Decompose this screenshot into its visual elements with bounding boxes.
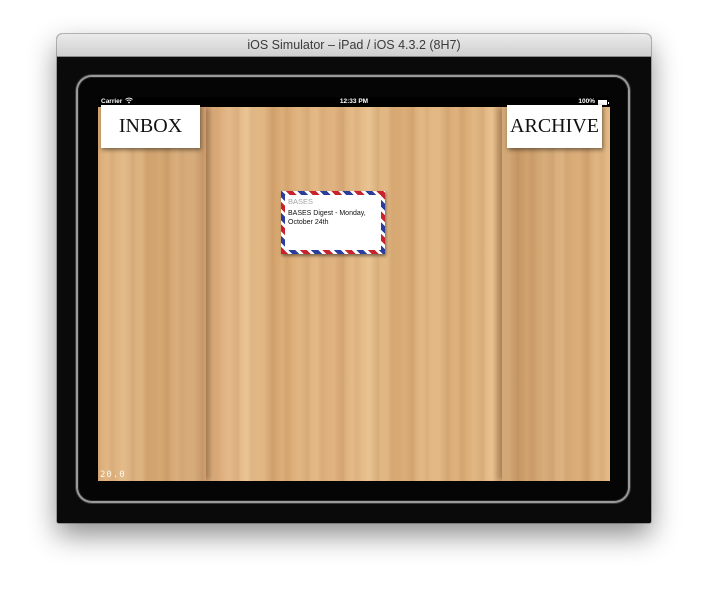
battery-icon xyxy=(598,99,609,105)
archive-drop-zone[interactable] xyxy=(502,107,610,481)
message-subject: BASES Digest - Monday, October 24th xyxy=(288,210,366,226)
archive-label[interactable]: ARCHIVE xyxy=(507,105,602,148)
message-sender: BASES xyxy=(288,197,314,206)
ipad-screen: Carrier 12:33 PM 100% INBOX ARCHIVE BASE… xyxy=(98,97,610,481)
inbox-label[interactable]: INBOX xyxy=(101,105,200,148)
message-envelope[interactable]: BASES BASES Digest - Monday, October 24t… xyxy=(281,191,385,254)
envelope-card: BASES BASES Digest - Monday, October 24t… xyxy=(285,195,381,250)
inbox-drop-zone[interactable] xyxy=(98,107,206,481)
version-label: 20.0 xyxy=(100,470,126,480)
window-title: iOS Simulator – iPad / iOS 4.3.2 (8H7) xyxy=(57,34,651,57)
